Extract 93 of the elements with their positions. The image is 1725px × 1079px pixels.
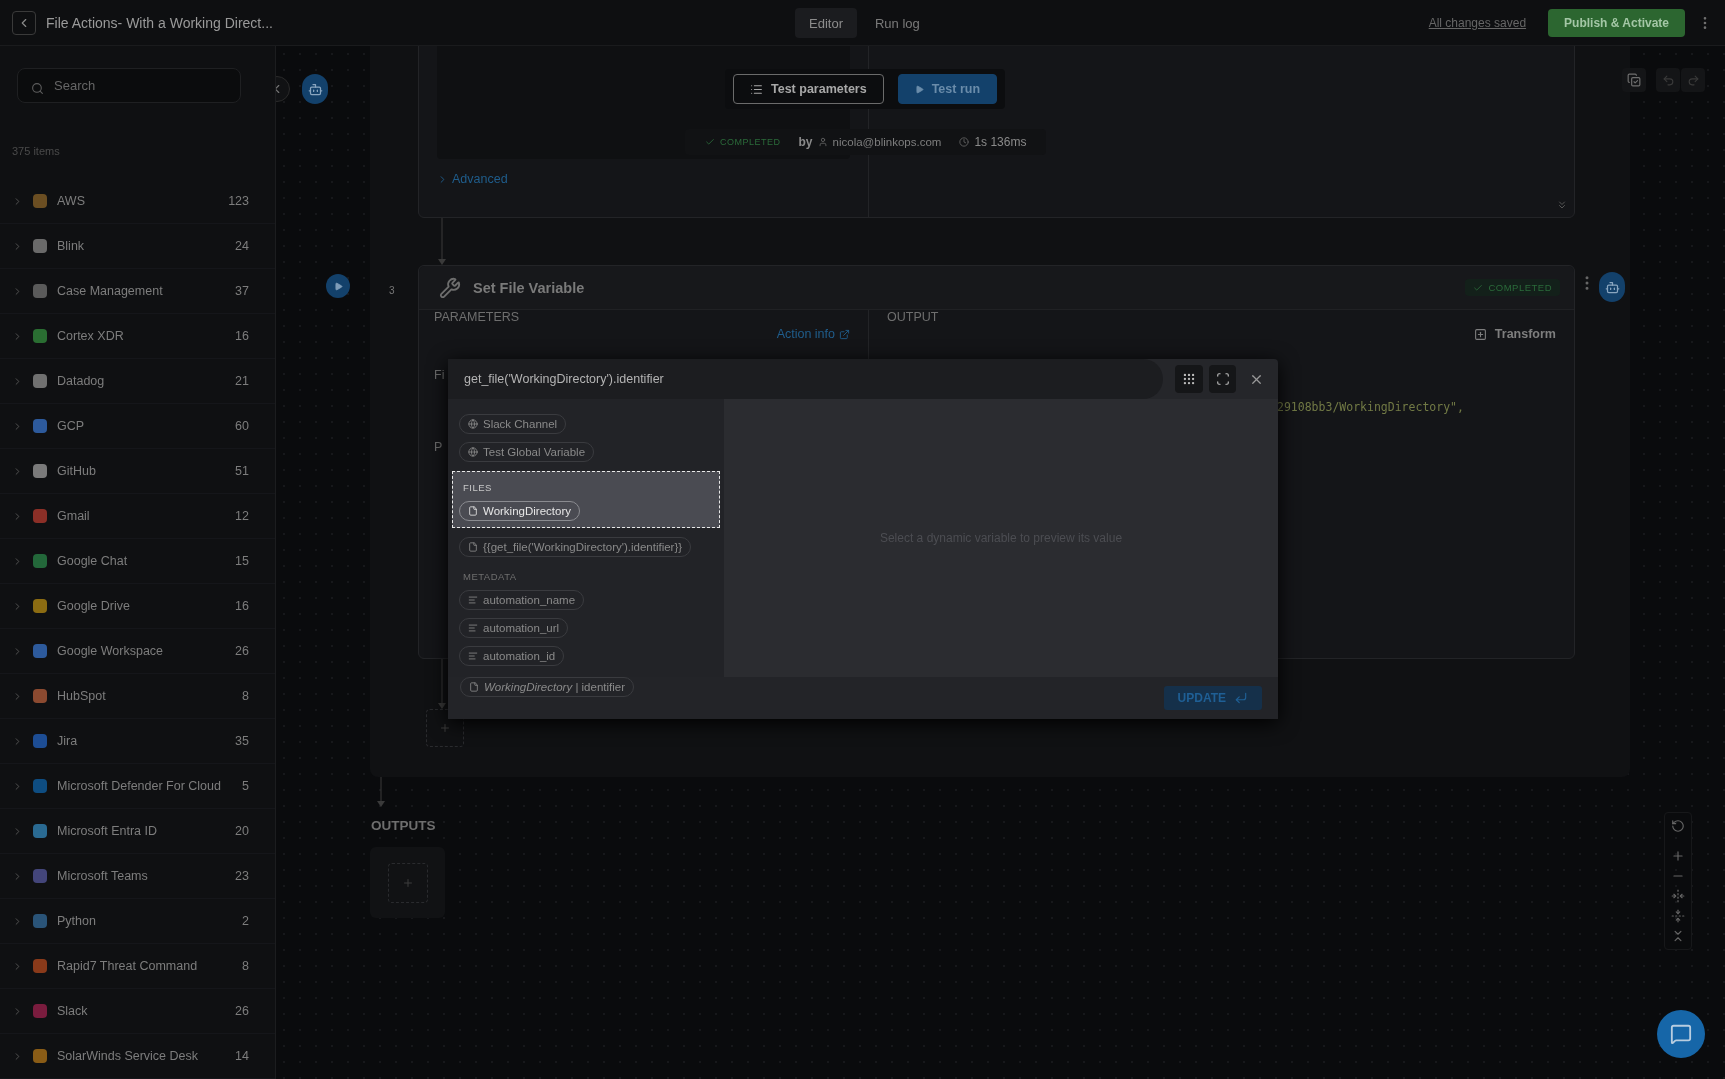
tab[interactable]: Editor: [795, 8, 857, 38]
undo-icon: [1661, 73, 1675, 87]
automation-title: File Actions- With a Working Direct...: [46, 14, 273, 31]
test-run-button[interactable]: Test run: [897, 74, 998, 104]
sidebar-item[interactable]: Gmail 12: [0, 494, 275, 539]
by-label: by: [798, 135, 813, 149]
sidebar-item[interactable]: AWS 123: [0, 179, 275, 224]
section-label: OUTPUT: [887, 310, 939, 324]
chat-icon: [1670, 1023, 1692, 1045]
external-link-icon: [839, 328, 850, 340]
file-icon: [468, 542, 478, 552]
sidebar-item[interactable]: Microsoft Entra ID 20: [0, 809, 275, 854]
copy-button[interactable]: [1622, 68, 1646, 92]
sidebar-item[interactable]: Cortex XDR 16: [0, 314, 275, 359]
field-label: Fi: [434, 368, 445, 382]
sidebar-item[interactable]: Datadog 21: [0, 359, 275, 404]
lines-icon: [468, 595, 478, 605]
code-line: 29108bb3/WorkingDirectory",: [1276, 400, 1465, 414]
sidebar-item[interactable]: Rapid7 Threat Command 8: [0, 944, 275, 989]
list-icon: [750, 82, 763, 96]
collapse-icon[interactable]: [1671, 929, 1685, 943]
play-button[interactable]: [326, 274, 350, 298]
transform-icon: [1473, 327, 1487, 341]
sidebar-item[interactable]: GCP 60: [0, 404, 275, 449]
lines-icon: [468, 623, 478, 633]
globe-icon: [468, 447, 478, 457]
check-icon: [705, 137, 715, 147]
sidebar-item[interactable]: SolarWinds Service Desk 14: [0, 1034, 275, 1079]
search-field[interactable]: Search: [17, 68, 241, 103]
redo-icon: [1686, 73, 1700, 87]
expression-field[interactable]: get_file('WorkingDirectory').identifier: [448, 359, 1164, 399]
outputs-label: OUTPUTS: [371, 818, 436, 833]
sidebar-item[interactable]: Microsoft Defender For Cloud 5: [0, 764, 275, 809]
grid-icon: [1182, 372, 1197, 386]
fit-width-icon[interactable]: [1671, 889, 1685, 903]
section-label: PARAMETERS: [434, 310, 520, 324]
expand-icon[interactable]: [1556, 199, 1568, 211]
sidebar-item[interactable]: Google Drive 16: [0, 584, 275, 629]
sidebar-item[interactable]: Microsoft Teams 23: [0, 854, 275, 899]
transform-button[interactable]: Transform: [1473, 327, 1556, 341]
section-heading: FILES: [462, 481, 493, 493]
zoom-in-icon[interactable]: [1671, 849, 1685, 863]
sidebar-item[interactable]: Blink 24: [0, 224, 275, 269]
sidebar-item[interactable]: Python 2: [0, 899, 275, 944]
plus-icon: [439, 722, 451, 734]
tab[interactable]: Run log: [860, 8, 934, 38]
duration: 1s 136ms: [974, 135, 1027, 149]
fullscreen-icon: [1215, 372, 1230, 386]
save-status-link[interactable]: All changes saved: [1428, 15, 1527, 30]
status-label: COMPLETED: [720, 137, 781, 147]
wrench-icon: [439, 276, 461, 299]
bot-button[interactable]: [302, 74, 328, 104]
user-email: nicola@blinkops.com: [832, 136, 942, 148]
section-heading: METADATA: [462, 570, 518, 582]
play-icon: [333, 281, 343, 291]
reset-icon[interactable]: [1671, 819, 1685, 833]
sidebar-item[interactable]: GitHub 51: [0, 449, 275, 494]
globe-icon: [468, 419, 478, 429]
search-icon: [31, 82, 44, 95]
step-number: 3: [389, 285, 395, 296]
file-icon: [469, 682, 479, 692]
bot-icon: [307, 81, 323, 97]
plus-icon: [401, 876, 414, 889]
test-parameters-button[interactable]: Test parameters: [733, 74, 884, 104]
copy-icon: [1627, 73, 1641, 87]
publish-button[interactable]: Publish & Activate: [1548, 8, 1685, 37]
connector-arrow: [376, 777, 386, 807]
clock-icon: [959, 137, 970, 147]
chat-button[interactable]: [1657, 1010, 1705, 1058]
play-icon: [914, 84, 924, 94]
connector-arrow: [437, 218, 447, 265]
field-label: P: [434, 440, 443, 454]
file-icon: [468, 506, 478, 516]
connector-arrow: [437, 659, 447, 709]
fullscreen-button[interactable]: [1208, 365, 1237, 393]
check-icon: [1473, 282, 1484, 293]
bot-icon: [1604, 279, 1620, 295]
enter-icon: [1234, 691, 1248, 705]
sidebar-item[interactable]: HubSpot 8: [0, 674, 275, 719]
sidebar-item[interactable]: Jira 35: [0, 719, 275, 764]
grid-button[interactable]: [1175, 365, 1203, 393]
action-info-link[interactable]: Action info: [776, 327, 850, 341]
back-button[interactable]: [12, 10, 36, 35]
sidebar-item[interactable]: Google Workspace 26: [0, 629, 275, 674]
lines-icon: [468, 651, 478, 661]
sidebar-item[interactable]: Case Management 37: [0, 269, 275, 314]
fit-height-icon[interactable]: [1671, 909, 1685, 923]
user-icon: [817, 137, 828, 147]
advanced-link[interactable]: Advanced: [437, 172, 508, 186]
sidebar-item[interactable]: Google Chat 15: [0, 539, 275, 584]
step-title: Set File Variable: [473, 279, 585, 296]
status-badge: COMPLETED: [1465, 279, 1560, 296]
sidebar-item[interactable]: Slack 26: [0, 989, 275, 1034]
